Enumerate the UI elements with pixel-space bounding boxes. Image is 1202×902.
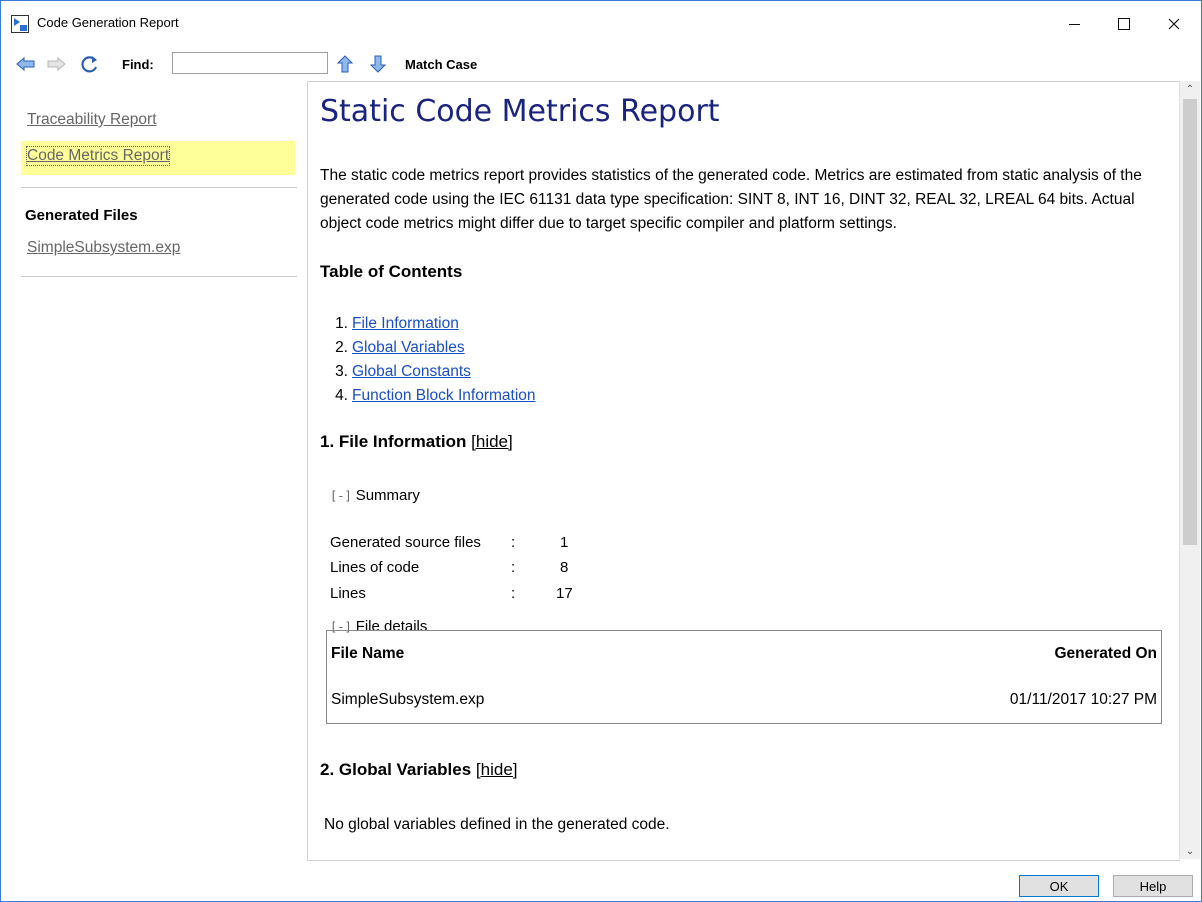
match-case-toggle[interactable]: Match Case xyxy=(405,57,477,72)
close-button[interactable] xyxy=(1151,5,1197,43)
find-label: Find: xyxy=(122,57,154,72)
close-icon xyxy=(1168,18,1180,30)
nav-item-active: Code Metrics Report xyxy=(21,141,295,175)
app-icon xyxy=(11,15,29,33)
maximize-button[interactable] xyxy=(1101,5,1147,43)
code-generation-report-window: Code Generation Report Find: Match Case … xyxy=(0,0,1202,902)
window-title: Code Generation Report xyxy=(37,15,179,30)
down-arrow-icon xyxy=(370,55,386,73)
up-arrow-icon xyxy=(337,55,353,73)
minimize-button[interactable] xyxy=(1051,5,1097,43)
forward-button[interactable] xyxy=(45,53,67,75)
column-header-generated-on: Generated On xyxy=(1054,645,1158,662)
toc-link-global-variables[interactable]: Global Variables xyxy=(352,339,465,356)
back-button[interactable] xyxy=(15,53,37,75)
collapse-icon: [-] xyxy=(330,489,352,503)
cell-file-name: SimpleSubsystem.exp xyxy=(331,691,485,708)
summary-toggle[interactable]: [-] Summary xyxy=(330,487,420,504)
toc-heading: Table of Contents xyxy=(320,262,463,281)
maximize-icon xyxy=(1118,18,1130,30)
nav-link-code-metrics-report[interactable]: Code Metrics Report xyxy=(25,146,171,166)
toc-item: 2. Global Variables xyxy=(335,339,465,356)
toc-item: 1. File Information xyxy=(335,315,459,332)
minimize-icon xyxy=(1068,23,1080,25)
dialog-button-bar: OK Help xyxy=(1,861,1201,901)
navigation-panel: Traceability Report Code Metrics Report … xyxy=(1,81,305,861)
find-next-button[interactable] xyxy=(367,53,389,75)
find-input[interactable] xyxy=(172,52,328,74)
toc-item: 4. Function Block Information xyxy=(335,387,536,404)
generated-files-heading: Generated Files xyxy=(25,207,138,224)
find-previous-button[interactable] xyxy=(334,53,356,75)
nav-divider xyxy=(21,276,297,277)
cell-generated-on: 01/11/2017 10:27 PM xyxy=(1009,691,1157,708)
nav-link-traceability-report[interactable]: Traceability Report xyxy=(27,111,157,129)
hide-link[interactable]: [hide] xyxy=(476,760,518,779)
report-intro: The static code metrics report provides … xyxy=(320,167,1142,232)
title-bar: Code Generation Report xyxy=(1,1,1201,47)
section-heading-file-information: 1. File Information [hide] xyxy=(320,432,513,451)
toc-link-file-information[interactable]: File Information xyxy=(352,315,459,332)
section-heading-global-variables: 2. Global Variables [hide] xyxy=(320,760,518,779)
toolbar: Find: Match Case xyxy=(1,47,1201,81)
refresh-button[interactable] xyxy=(79,53,101,75)
report-content: Static Code Metrics Report The static co… xyxy=(307,81,1180,861)
vertical-scrollbar[interactable]: ⌃ ⌄ xyxy=(1179,81,1200,859)
refresh-icon xyxy=(81,56,98,73)
toc-item: 3. Global Constants xyxy=(335,363,471,380)
toc-list: 1. File Information 2. Global Variables 3.… xyxy=(328,312,536,408)
scroll-thumb[interactable] xyxy=(1183,99,1197,545)
report-title: Static Code Metrics Report xyxy=(320,94,720,129)
toc-link-function-block-information[interactable]: Function Block Information xyxy=(352,387,536,404)
column-header-file-name: File Name xyxy=(331,645,405,662)
forward-arrow-icon xyxy=(47,56,66,72)
scroll-up-icon[interactable]: ⌃ xyxy=(1180,81,1200,97)
help-button[interactable]: Help xyxy=(1113,875,1193,897)
no-global-variables-message: No global variables defined in the gener… xyxy=(324,816,670,833)
table-header-row: File Name Generated On xyxy=(327,631,1162,678)
ok-button[interactable]: OK xyxy=(1019,875,1099,897)
toc-link-global-constants[interactable]: Global Constants xyxy=(352,363,471,380)
nav-link-file[interactable]: SimpleSubsystem.exp xyxy=(27,239,180,257)
scroll-down-icon[interactable]: ⌄ xyxy=(1180,843,1200,859)
table-row: SimpleSubsystem.exp 01/11/2017 10:27 PM xyxy=(327,677,1162,724)
back-arrow-icon xyxy=(16,56,35,72)
hide-link[interactable]: [hide] xyxy=(471,432,513,451)
nav-divider xyxy=(21,187,297,188)
file-details-table: File Name Generated On SimpleSubsystem.e… xyxy=(326,630,1162,724)
